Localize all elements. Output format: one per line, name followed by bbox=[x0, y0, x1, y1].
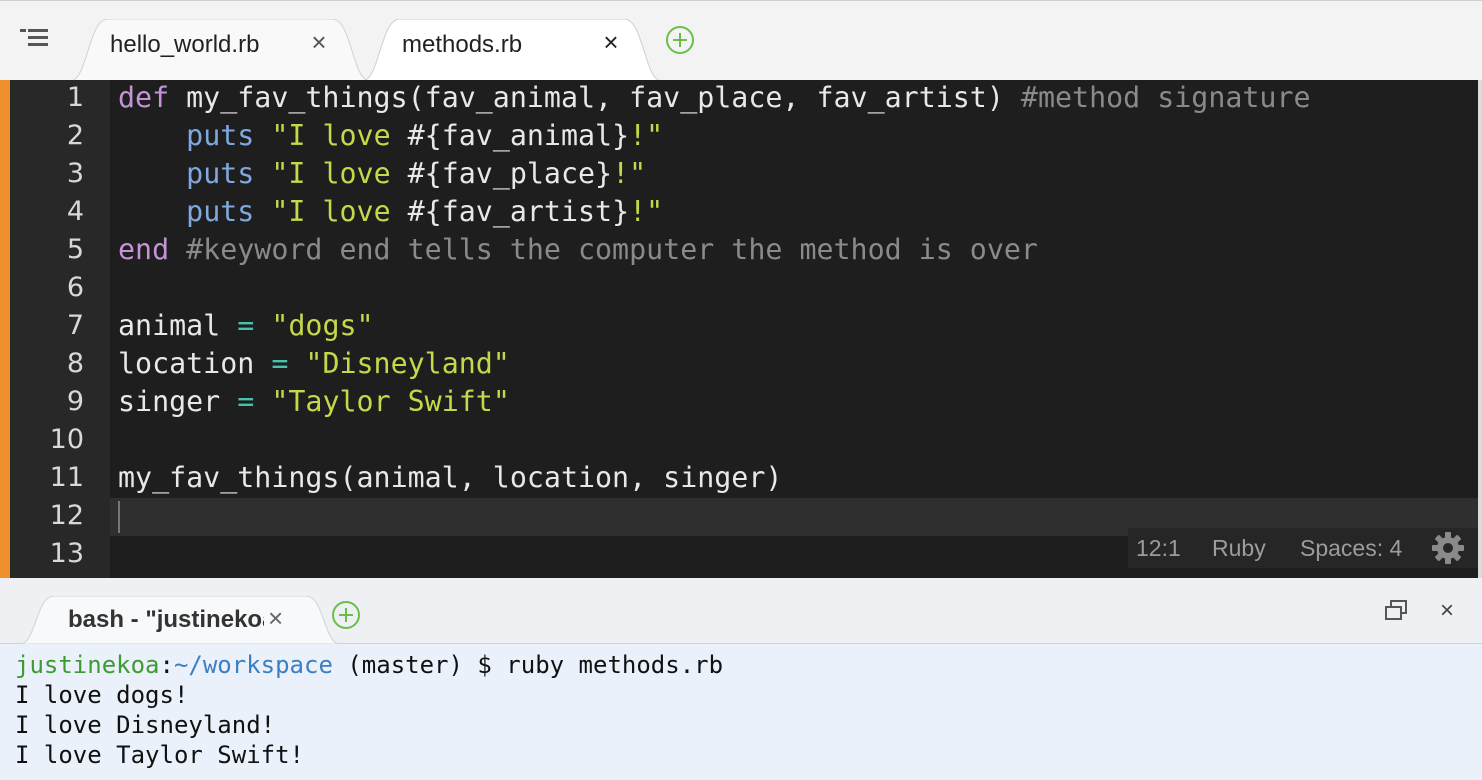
terminal-output-line: I love dogs! bbox=[15, 681, 189, 709]
line-number: 9 bbox=[66, 386, 84, 417]
line-number: 3 bbox=[66, 158, 84, 189]
code-line: puts "I love #{fav_place}!" bbox=[118, 155, 646, 193]
modified-indicator bbox=[0, 80, 10, 578]
code-line: my_fav_things(animal, location, singer) bbox=[118, 459, 782, 497]
code-token: #method signature bbox=[1020, 81, 1311, 114]
language-mode[interactable]: Ruby bbox=[1212, 535, 1266, 562]
code-token: animal bbox=[118, 309, 238, 342]
editor-tab-bar: hello_world.rb × methods.rb × bbox=[0, 0, 1482, 81]
line-number: 2 bbox=[66, 120, 84, 151]
terminal-output-line: I love Disneyland! bbox=[15, 711, 276, 739]
code-token: #{fav_artist} bbox=[407, 195, 630, 228]
code-token: = bbox=[237, 309, 255, 342]
line-number: 11 bbox=[49, 462, 84, 493]
line-number: 10 bbox=[49, 424, 84, 455]
menu-icon[interactable] bbox=[20, 27, 48, 49]
code-line: puts "I love #{fav_animal}!" bbox=[118, 117, 663, 155]
code-line: def my_fav_things(fav_animal, fav_place,… bbox=[118, 79, 1311, 117]
code-token: #{fav_place} bbox=[407, 157, 613, 190]
code-token: puts bbox=[186, 195, 255, 228]
line-number: 13 bbox=[49, 538, 84, 569]
code-token: #{fav_animal} bbox=[407, 119, 630, 152]
tab-label: bash - "justinekoa@ bbox=[68, 606, 264, 633]
code-line: singer = "Taylor Swift" bbox=[118, 383, 510, 421]
close-icon[interactable]: × bbox=[268, 605, 283, 631]
indent-setting[interactable]: Spaces: 4 bbox=[1300, 535, 1402, 562]
code-token: puts bbox=[186, 157, 255, 190]
line-number: 4 bbox=[66, 196, 84, 227]
code-token: #keyword end tells the computer the meth… bbox=[169, 233, 1038, 266]
code-token: = bbox=[237, 385, 255, 418]
code-token: "I love bbox=[254, 119, 408, 152]
tab-methods[interactable]: methods.rb × bbox=[362, 19, 662, 81]
add-tab-icon[interactable] bbox=[665, 25, 695, 55]
code-token: my_fav_things(animal, location, singer) bbox=[118, 461, 783, 494]
line-number: 1 bbox=[66, 82, 84, 113]
text-cursor bbox=[118, 501, 120, 533]
code-token: "Disneyland" bbox=[288, 347, 510, 380]
tab-label: methods.rb bbox=[402, 31, 523, 58]
code-token: = bbox=[271, 347, 289, 380]
terminal-tab-bar: bash - "justinekoa@ × bbox=[0, 578, 1482, 644]
code-token: !" bbox=[629, 119, 664, 152]
code-token: location bbox=[118, 347, 272, 380]
close-icon[interactable]: × bbox=[308, 29, 330, 55]
code-token: !" bbox=[629, 195, 664, 228]
terminal-prompt-line: justinekoa:~/workspace (master) $ ruby m… bbox=[15, 650, 723, 680]
close-icon[interactable]: × bbox=[600, 29, 622, 55]
terminal-output[interactable]: justinekoa:~/workspace (master) $ ruby m… bbox=[0, 644, 1482, 780]
editor-scrollbar[interactable] bbox=[1478, 80, 1482, 578]
line-number: 8 bbox=[66, 348, 84, 379]
code-token: "I love bbox=[254, 195, 408, 228]
code-token: !" bbox=[612, 157, 647, 190]
tab-label: hello_world.rb bbox=[110, 31, 260, 58]
code-token: end bbox=[118, 233, 170, 266]
close-icon[interactable]: × bbox=[1440, 597, 1454, 625]
restore-icon[interactable] bbox=[1384, 600, 1408, 622]
line-number-gutter: 1 2 3 4 5 6 7 8 9 10 11 12 13 bbox=[10, 80, 110, 578]
terminal-command: ruby methods.rb bbox=[506, 651, 724, 679]
cursor-position[interactable]: 12:1 bbox=[1136, 535, 1181, 562]
code-token: singer bbox=[118, 385, 238, 418]
tab-bash[interactable]: bash - "justinekoa@ × bbox=[20, 596, 340, 644]
prompt-user: justinekoa bbox=[15, 651, 160, 679]
code-token: puts bbox=[186, 119, 255, 152]
line-number: 12 bbox=[49, 500, 84, 531]
prompt-branch: (master) $ bbox=[332, 651, 507, 679]
line-number: 7 bbox=[66, 310, 84, 341]
code-line: end #keyword end tells the computer the … bbox=[118, 231, 1038, 269]
prompt-path: ~/workspace bbox=[173, 651, 333, 679]
line-number: 5 bbox=[66, 234, 84, 265]
code-editor[interactable]: 1 2 3 4 5 6 7 8 9 10 11 12 13 def my_fav_things(fav_… bbox=[0, 80, 1478, 578]
code-line: animal = "dogs" bbox=[118, 307, 374, 345]
code-token: "Taylor Swift" bbox=[254, 385, 510, 418]
add-terminal-icon[interactable] bbox=[331, 600, 361, 630]
code-token: def bbox=[118, 81, 170, 114]
code-token: "dogs" bbox=[254, 309, 374, 342]
code-line: puts "I love #{fav_artist}!" bbox=[118, 193, 663, 231]
editor-status-bar: 12:1 Ruby Spaces: 4 bbox=[1128, 528, 1478, 568]
code-token: "I love bbox=[254, 157, 408, 190]
gear-icon[interactable] bbox=[1431, 531, 1465, 565]
code-token: my_fav_things(fav_animal, fav_place, fav… bbox=[169, 81, 1021, 114]
tab-hello-world[interactable]: hello_world.rb × bbox=[70, 19, 370, 81]
terminal-output-line: I love Taylor Swift! bbox=[15, 741, 304, 769]
code-line: location = "Disneyland" bbox=[118, 345, 510, 383]
prompt-separator: : bbox=[159, 651, 174, 679]
line-number: 6 bbox=[66, 272, 84, 303]
